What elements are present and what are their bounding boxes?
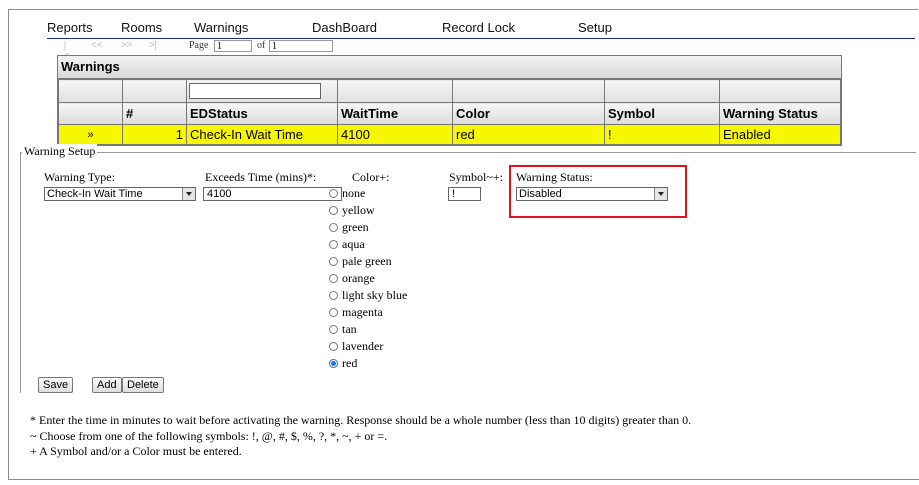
row-waittime: 4100 [337,124,453,145]
header-row: # EDStatus WaitTime Color Symbol Warning… [58,102,841,125]
color-option-label: pale green [342,254,392,268]
annotation-highlight-box [509,165,687,218]
radio-button[interactable] [329,274,338,283]
color-option-orange[interactable]: orange [329,271,375,287]
radio-button[interactable] [329,189,338,198]
row-symbol: ! [604,124,720,145]
row-edstatus: Check-In Wait Time [186,124,338,145]
warning-type-label: Warning Type: [44,170,115,184]
color-option-pale-green[interactable]: pale green [329,254,392,270]
menu-rooms[interactable]: Rooms [121,20,162,35]
page-frame-bottom [8,479,919,480]
radio-button[interactable] [329,240,338,249]
top-menu: Reports Rooms Warnings DashBoard Record … [47,18,915,39]
menu-dashboard[interactable]: DashBoard [312,20,377,35]
color-option-none[interactable]: none [329,186,365,202]
color-option-light-sky-blue[interactable]: light sky blue [329,288,407,304]
row-warning-status: Enabled [719,124,841,145]
menu-reports[interactable]: Reports [47,20,93,35]
exceeds-time-label: Exceeds Time (mins)*: [205,170,317,184]
note-symbol-or-color: + A Symbol and/or a Color must be entere… [30,444,242,458]
note-symbols: ~ Choose from one of the following symbo… [30,429,388,443]
warning-setup-legend: Warning Setup [22,144,98,159]
symbol-input[interactable]: ! [448,187,481,201]
col-header-warning-status[interactable]: Warning Status [719,102,841,125]
radio-button[interactable] [329,359,338,368]
radio-button[interactable] [329,223,338,232]
radio-button[interactable] [329,257,338,266]
chevron-down-icon [182,188,195,200]
color-option-label: yellow [342,203,375,217]
row-selected-marker[interactable]: » [58,124,123,145]
color-option-red[interactable]: red [329,356,357,372]
menu-setup[interactable]: Setup [578,20,612,35]
warnings-grid: Warnings # EDStatus WaitTime Color Symbo… [57,55,842,146]
delete-button[interactable]: Delete [122,377,164,393]
color-option-magenta[interactable]: magenta [329,305,383,321]
color-option-label: green [342,220,369,234]
radio-button[interactable] [329,325,338,334]
save-button[interactable]: Save [38,377,74,393]
page-number-input[interactable]: 1 [214,40,252,52]
color-option-green[interactable]: green [329,220,369,236]
color-option-label: none [342,186,366,200]
color-option-label: magenta [342,305,383,319]
color-option-label: orange [342,271,375,285]
col-header-color[interactable]: Color [452,102,605,125]
prev-page-button[interactable]: << [91,40,102,51]
row-num: 1 [122,124,187,145]
col-header-waittime[interactable]: WaitTime [337,102,453,125]
color-option-label: light sky blue [342,288,408,302]
col-header-symbol[interactable]: Symbol [604,102,720,125]
radio-button[interactable] [329,291,338,300]
table-row[interactable]: » 1 Check-In Wait Time 4100 red ! Enable… [58,124,841,145]
color-option-tan[interactable]: tan [329,322,357,338]
note-exceeds-time: * Enter the time in minutes to wait befo… [30,413,692,427]
warning-type-select[interactable]: Check-In Wait Time [44,187,196,201]
of-label: of [257,40,266,51]
row-color: red [452,124,605,145]
menu-warnings[interactable]: Warnings [194,20,248,35]
exceeds-time-input[interactable]: 4100 [203,187,342,201]
edstatus-filter-input[interactable] [189,83,321,99]
symbol-label: Symbol~+: [449,170,503,184]
grid-caption: Warnings [58,56,841,79]
radio-button[interactable] [329,308,338,317]
color-option-yellow[interactable]: yellow [329,203,375,219]
radio-button[interactable] [329,342,338,351]
color-option-aqua[interactable]: aqua [329,237,365,253]
col-header-marker [58,102,123,125]
last-page-button[interactable]: >| [149,40,157,51]
page-count: 1 [269,40,333,52]
radio-button[interactable] [329,206,338,215]
col-header-edstatus[interactable]: EDStatus [186,102,338,125]
color-option-label: red [342,356,358,370]
color-option-label: tan [342,322,357,336]
col-header-num[interactable]: # [122,102,187,125]
color-option-label: aqua [342,237,365,251]
filter-row [58,79,841,103]
add-button[interactable]: Add [92,377,122,393]
color-option-label: lavender [342,339,384,353]
warning-type-value: Check-In Wait Time [47,188,143,200]
color-label: Color+: [352,170,390,184]
next-page-button[interactable]: >> [121,40,132,51]
page-label: Page [189,40,209,51]
color-option-lavender[interactable]: lavender [329,339,383,355]
menu-record-lock[interactable]: Record Lock [442,20,515,35]
